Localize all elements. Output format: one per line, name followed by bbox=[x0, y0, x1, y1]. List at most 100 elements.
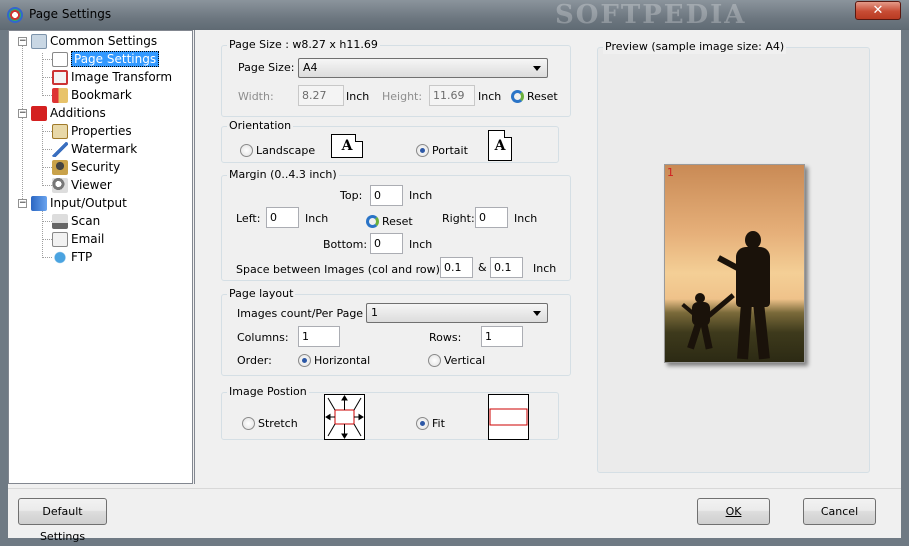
space-col-field[interactable] bbox=[440, 257, 473, 278]
preview-image: 1 bbox=[664, 164, 805, 363]
margin-group-title: Margin (0..4.3 inch) bbox=[227, 168, 339, 182]
landscape-page-icon: A bbox=[331, 134, 363, 158]
fit-label[interactable]: Fit bbox=[432, 417, 445, 431]
tree-item-properties[interactable]: Properties bbox=[52, 123, 132, 140]
bottom-label: Bottom: bbox=[323, 238, 368, 251]
stretch-label[interactable]: Stretch bbox=[258, 417, 298, 431]
image-position-group: Image Postion Stretch Fit bbox=[221, 385, 559, 440]
page-size-dropdown[interactable]: A4 bbox=[298, 58, 548, 78]
settings-tree[interactable]: − − − Common Settings Page Settings Imag… bbox=[8, 30, 193, 484]
left-unit: Inch bbox=[305, 212, 329, 225]
collapse-input-output-button[interactable]: − bbox=[18, 199, 27, 208]
tree-item-viewer[interactable]: Viewer bbox=[52, 177, 112, 194]
page-size-group-title: Page Size : w8.27 x h11.69 bbox=[227, 38, 380, 52]
space-unit: Inch bbox=[533, 262, 557, 275]
horizontal-radio[interactable] bbox=[298, 354, 311, 367]
page-layout-group-title: Page layout bbox=[227, 287, 296, 301]
columns-label: Columns: bbox=[237, 331, 289, 344]
footer-separator bbox=[8, 488, 901, 489]
ok-button[interactable]: OK bbox=[697, 498, 770, 525]
reset-icon bbox=[366, 215, 379, 228]
order-label: Order: bbox=[237, 354, 272, 367]
stretch-preview-icon bbox=[324, 394, 365, 440]
vertical-radio[interactable] bbox=[428, 354, 441, 367]
bookmark-icon bbox=[52, 88, 68, 103]
right-label: Right: bbox=[442, 212, 475, 225]
title-bar: Page Settings SOFTPEDIA ✕ bbox=[0, 0, 909, 30]
preview-page-number: 1 bbox=[667, 166, 674, 179]
bottom-unit: Inch bbox=[409, 238, 433, 251]
preview-group-title: Preview (sample image size: A4) bbox=[603, 40, 787, 54]
collapse-common-settings-button[interactable]: − bbox=[18, 37, 27, 46]
tree-item-bookmark[interactable]: Bookmark bbox=[52, 87, 132, 104]
security-icon bbox=[52, 160, 68, 175]
image-position-group-title: Image Postion bbox=[227, 385, 309, 399]
right-margin-field[interactable] bbox=[475, 207, 508, 228]
tree-item-common-settings[interactable]: Common Settings bbox=[31, 33, 157, 50]
width-unit: Inch bbox=[346, 90, 370, 103]
email-icon bbox=[52, 232, 68, 247]
tree-item-image-transform[interactable]: Image Transform bbox=[52, 69, 172, 86]
scan-icon bbox=[52, 214, 68, 229]
image-transform-icon bbox=[52, 70, 68, 85]
images-count-dropdown[interactable]: 1 bbox=[366, 303, 548, 323]
input-output-icon bbox=[31, 196, 47, 211]
tree-item-input-output[interactable]: Input/Output bbox=[31, 195, 127, 212]
page-size-group: Page Size : w8.27 x h11.69 Page Size: A4… bbox=[221, 38, 571, 117]
fit-radio[interactable] bbox=[416, 417, 429, 430]
portrait-label[interactable]: Portait bbox=[432, 144, 468, 158]
top-label: Top: bbox=[340, 189, 363, 202]
viewer-icon bbox=[52, 178, 68, 193]
collapse-additions-button[interactable]: − bbox=[18, 109, 27, 118]
space-row-field[interactable] bbox=[490, 257, 523, 278]
height-unit: Inch bbox=[478, 90, 502, 103]
page-size-value: A4 bbox=[303, 61, 318, 74]
rows-field[interactable] bbox=[481, 326, 523, 347]
orientation-group-title: Orientation bbox=[227, 119, 294, 133]
preview-group: Preview (sample image size: A4) 1 bbox=[597, 40, 870, 473]
chevron-down-icon bbox=[533, 66, 541, 71]
tree-item-email[interactable]: Email bbox=[52, 231, 104, 248]
ftp-icon bbox=[52, 250, 68, 265]
horizontal-label[interactable]: Horizontal bbox=[314, 354, 370, 368]
tree-item-security[interactable]: Security bbox=[52, 159, 120, 176]
landscape-radio[interactable] bbox=[240, 144, 253, 157]
page-size-label: Page Size: bbox=[238, 61, 295, 74]
tree-item-page-settings[interactable]: Page Settings bbox=[52, 51, 160, 68]
width-label: Width: bbox=[238, 90, 274, 103]
landscape-label[interactable]: Landscape bbox=[256, 144, 315, 158]
window-title: Page Settings bbox=[29, 7, 112, 21]
height-field[interactable] bbox=[429, 85, 475, 106]
margin-reset-button[interactable]: Reset bbox=[382, 215, 413, 229]
pane-divider bbox=[194, 30, 195, 484]
settings-icon bbox=[31, 34, 47, 49]
images-count-label: Images count/Per Page bbox=[237, 307, 364, 320]
fit-preview-icon bbox=[488, 394, 529, 440]
tree-item-watermark[interactable]: Watermark bbox=[52, 141, 137, 158]
tree-item-scan[interactable]: Scan bbox=[52, 213, 100, 230]
chevron-down-icon bbox=[533, 311, 541, 316]
page-size-reset-button[interactable]: Reset bbox=[527, 90, 558, 104]
cancel-button[interactable]: Cancel bbox=[803, 498, 876, 525]
vertical-label[interactable]: Vertical bbox=[444, 354, 485, 368]
close-button[interactable]: ✕ bbox=[855, 1, 901, 20]
default-settings-button[interactable]: Default Settings bbox=[18, 498, 107, 543]
portrait-radio[interactable] bbox=[416, 144, 429, 157]
tree-item-ftp[interactable]: FTP bbox=[52, 249, 92, 266]
bottom-margin-field[interactable] bbox=[370, 233, 403, 254]
tree-item-additions[interactable]: Additions bbox=[31, 105, 106, 122]
columns-field[interactable] bbox=[298, 326, 340, 347]
portrait-page-icon: A bbox=[488, 130, 512, 161]
space-between-label: Space between Images (col and row) : bbox=[236, 263, 448, 276]
space-amp: & bbox=[478, 261, 487, 274]
softpedia-watermark: SOFTPEDIA bbox=[555, 0, 747, 30]
height-label: Height: bbox=[382, 90, 423, 103]
watermark-icon bbox=[52, 142, 68, 157]
left-margin-field[interactable] bbox=[266, 207, 299, 228]
reset-icon bbox=[511, 90, 524, 103]
orientation-group: Orientation Landscape A Portait A bbox=[221, 119, 559, 163]
top-margin-field[interactable] bbox=[370, 185, 403, 206]
left-label: Left: bbox=[236, 212, 261, 225]
width-field[interactable] bbox=[298, 85, 344, 106]
stretch-radio[interactable] bbox=[242, 417, 255, 430]
